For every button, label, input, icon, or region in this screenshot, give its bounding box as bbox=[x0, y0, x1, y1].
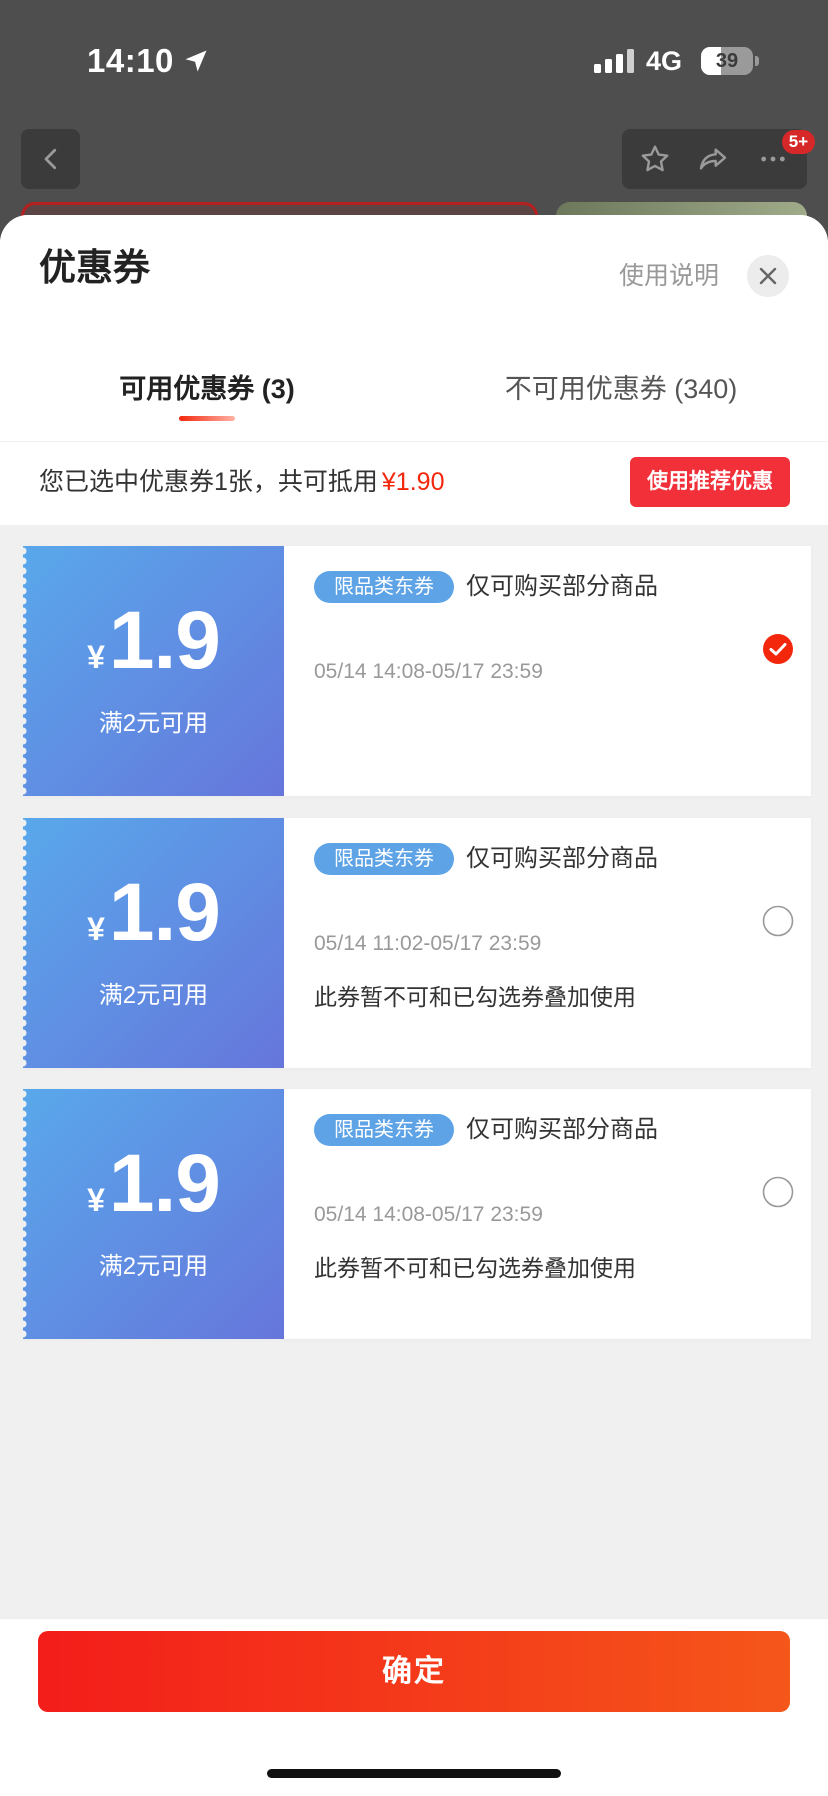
coupon-amount: 1.9 bbox=[108, 1138, 221, 1229]
coupon-value-panel: ¥1.9 满2元可用 bbox=[19, 818, 284, 1068]
selection-summary: 您已选中优惠券1张，共可抵用 ¥1.90 bbox=[39, 467, 444, 497]
coupon-price: ¥1.9 bbox=[23, 1139, 284, 1252]
coupon-condition: 满2元可用 bbox=[98, 1253, 209, 1280]
recommend-button[interactable]: 使用推荐优惠 bbox=[630, 457, 790, 507]
coupon-card[interactable]: ¥1.9 满2元可用 限品类东券 仅可购买部分商品 05/14 14:08-05… bbox=[19, 546, 811, 796]
chevron-left-icon bbox=[44, 148, 56, 170]
signal-icon bbox=[594, 49, 634, 73]
empty-circle-icon bbox=[762, 1176, 794, 1208]
coupon-tag: 限品类东券 bbox=[314, 571, 454, 603]
status-time: 14:10 bbox=[87, 42, 174, 79]
more-badge: 5+ bbox=[782, 130, 815, 154]
coupon-scope: 仅可购买部分商品 bbox=[466, 573, 658, 600]
coupon-amount: 1.9 bbox=[108, 867, 221, 958]
coupon-note: 此券暂不可和已勾选券叠加使用 bbox=[314, 1255, 636, 1281]
coupon-condition: 满2元可用 bbox=[98, 982, 209, 1009]
coupon-sheet: 优惠券 使用说明 可用优惠券 (3) 不可用优惠券 (340) 您已选中优惠券1… bbox=[0, 215, 828, 1796]
coupon-price: ¥1.9 bbox=[23, 596, 284, 709]
network-type: 4G bbox=[646, 46, 683, 76]
coupon-card[interactable]: ¥1.9 满2元可用 限品类东券 仅可购买部分商品 05/14 14:08-05… bbox=[19, 1089, 811, 1339]
back-button[interactable] bbox=[21, 129, 80, 189]
coupon-condition: 满2元可用 bbox=[98, 710, 209, 737]
coupon-amount: 1.9 bbox=[108, 595, 221, 686]
sheet-footer: 确定 bbox=[0, 1618, 828, 1796]
sheet-title: 优惠券 bbox=[39, 247, 150, 288]
divider bbox=[0, 441, 828, 442]
coupon-currency: ¥ bbox=[87, 639, 105, 675]
coupon-value-panel: ¥1.9 满2元可用 bbox=[19, 1089, 284, 1339]
battery-percent: 39 bbox=[715, 50, 739, 72]
coupon-note: 此券暂不可和已勾选券叠加使用 bbox=[314, 984, 636, 1010]
battery-icon: 39 bbox=[701, 47, 753, 75]
home-indicator[interactable] bbox=[267, 1769, 561, 1778]
coupon-validity: 05/14 14:08-05/17 23:59 bbox=[314, 1203, 543, 1226]
close-icon bbox=[759, 267, 777, 285]
star-icon[interactable] bbox=[639, 143, 671, 175]
check-circle-icon bbox=[763, 634, 793, 664]
active-tab-indicator bbox=[179, 416, 235, 421]
coupon-validity: 05/14 14:08-05/17 23:59 bbox=[314, 660, 543, 683]
selection-summary-amount: ¥1.90 bbox=[381, 468, 445, 496]
battery-cap bbox=[755, 56, 759, 66]
share-icon[interactable] bbox=[697, 143, 729, 175]
coupon-tag: 限品类东券 bbox=[314, 1114, 454, 1146]
nav-actions bbox=[622, 129, 807, 189]
coupon-select-radio[interactable] bbox=[762, 905, 794, 937]
tab-available[interactable]: 可用优惠券 (3) bbox=[0, 365, 414, 413]
coupon-select-radio[interactable] bbox=[762, 1176, 794, 1208]
coupon-card[interactable]: ¥1.9 满2元可用 限品类东券 仅可购买部分商品 05/14 11:02-05… bbox=[19, 818, 811, 1068]
coupon-tabs: 可用优惠券 (3) 不可用优惠券 (340) bbox=[0, 365, 828, 413]
location-arrow-icon bbox=[185, 50, 207, 72]
empty-circle-icon bbox=[762, 905, 794, 937]
sheet-header: 优惠券 使用说明 可用优惠券 (3) 不可用优惠券 (340) 您已选中优惠券1… bbox=[0, 215, 828, 525]
coupon-scope: 仅可购买部分商品 bbox=[466, 845, 658, 872]
selection-summary-text: 您已选中优惠券1张，共可抵用 bbox=[39, 468, 378, 496]
confirm-button[interactable]: 确定 bbox=[38, 1631, 790, 1712]
coupon-price: ¥1.9 bbox=[23, 868, 284, 981]
help-link[interactable]: 使用说明 bbox=[619, 261, 719, 291]
tab-unavailable[interactable]: 不可用优惠券 (340) bbox=[414, 365, 828, 413]
coupon-scope: 仅可购买部分商品 bbox=[466, 1116, 658, 1143]
coupon-currency: ¥ bbox=[87, 1182, 105, 1218]
coupon-validity: 05/14 11:02-05/17 23:59 bbox=[314, 932, 542, 955]
coupon-tag: 限品类东券 bbox=[314, 843, 454, 875]
coupon-value-panel: ¥1.9 满2元可用 bbox=[19, 546, 284, 796]
coupon-select-radio[interactable] bbox=[762, 633, 794, 665]
coupon-currency: ¥ bbox=[87, 911, 105, 947]
close-button[interactable] bbox=[747, 255, 789, 297]
